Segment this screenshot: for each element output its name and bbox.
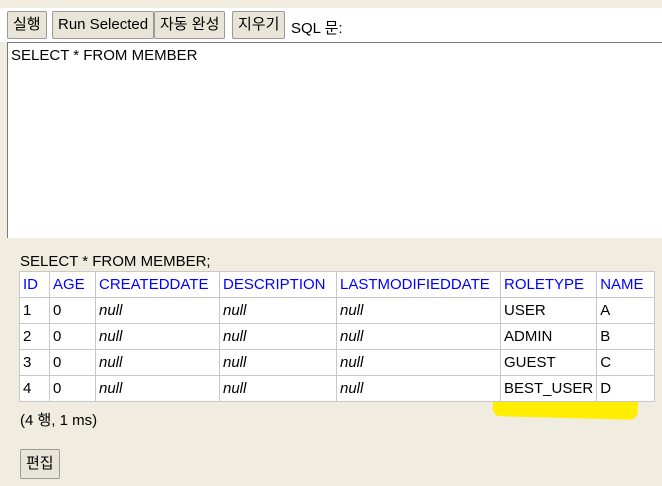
table-cell: null [219,349,337,376]
table-cell: null [219,323,337,350]
run-selected-button[interactable]: Run Selected [52,11,155,39]
result-query: SELECT * FROM MEMBER; [20,253,211,270]
top-strip [0,0,662,8]
table-row: 4 0 null null null BEST_USER D [19,375,656,402]
column-header[interactable]: ID [19,271,50,298]
table-cell: null [95,297,220,324]
clear-button[interactable]: 지우기 [232,11,286,39]
table-cell: GUEST [499,349,598,376]
column-header[interactable]: ROLETYPE [499,271,598,298]
table-cell: 0 [49,323,96,350]
table-cell: null [219,297,337,324]
table-cell: ADMIN [499,323,598,350]
table-cell: null [336,323,501,350]
table-cell: 0 [49,375,96,402]
table-cell: C [596,349,656,376]
table-cell: B [596,323,656,350]
sql-editor-text[interactable]: SELECT * FROM MEMBER [11,47,197,64]
column-header[interactable]: LASTMODIFIEDDATE [336,271,501,298]
table-row: 2 0 null null null ADMIN B [19,323,656,350]
table-cell: null [219,375,337,402]
table-cell: 3 [19,349,50,376]
table-cell: D [596,375,656,402]
column-header[interactable]: AGE [49,271,96,298]
autocomplete-button[interactable]: 자동 완성 [154,11,226,39]
table-cell: null [95,349,220,376]
run-button[interactable]: 실행 [7,11,47,39]
row-count: (4 행, 1 ms) [20,412,98,429]
table-cell: null [336,375,501,402]
column-header[interactable]: NAME [596,271,656,298]
sql-editor[interactable]: SELECT * FROM MEMBER [7,42,662,238]
table-cell: 1 [19,297,50,324]
table-row: 1 0 null null null USER A [19,297,656,324]
table-cell: 4 [19,375,50,402]
column-header[interactable]: DESCRIPTION [219,271,337,298]
table-cell: null [95,323,220,350]
table-cell: USER [499,297,598,324]
table-cell: null [336,297,501,324]
edit-button[interactable]: 편집 [20,449,60,479]
table-cell: null [336,349,501,376]
result-table: ID AGE CREATEDDATE DESCRIPTION LASTMODIF… [19,271,656,402]
toolbar: 실행 Run Selected 자동 완성 지우기 SQL 문: [0,0,662,42]
column-header[interactable]: CREATEDDATE [95,271,220,298]
sql-label: SQL 문: [291,20,343,37]
table-row: 3 0 null null null GUEST C [19,349,656,376]
table-cell: 0 [49,297,96,324]
table-header-row: ID AGE CREATEDDATE DESCRIPTION LASTMODIF… [19,271,656,298]
table-cell: 0 [49,349,96,376]
table-cell: null [95,375,220,402]
table-cell: A [596,297,656,324]
table-cell: 2 [19,323,50,350]
table-cell: BEST_USER [499,375,598,402]
